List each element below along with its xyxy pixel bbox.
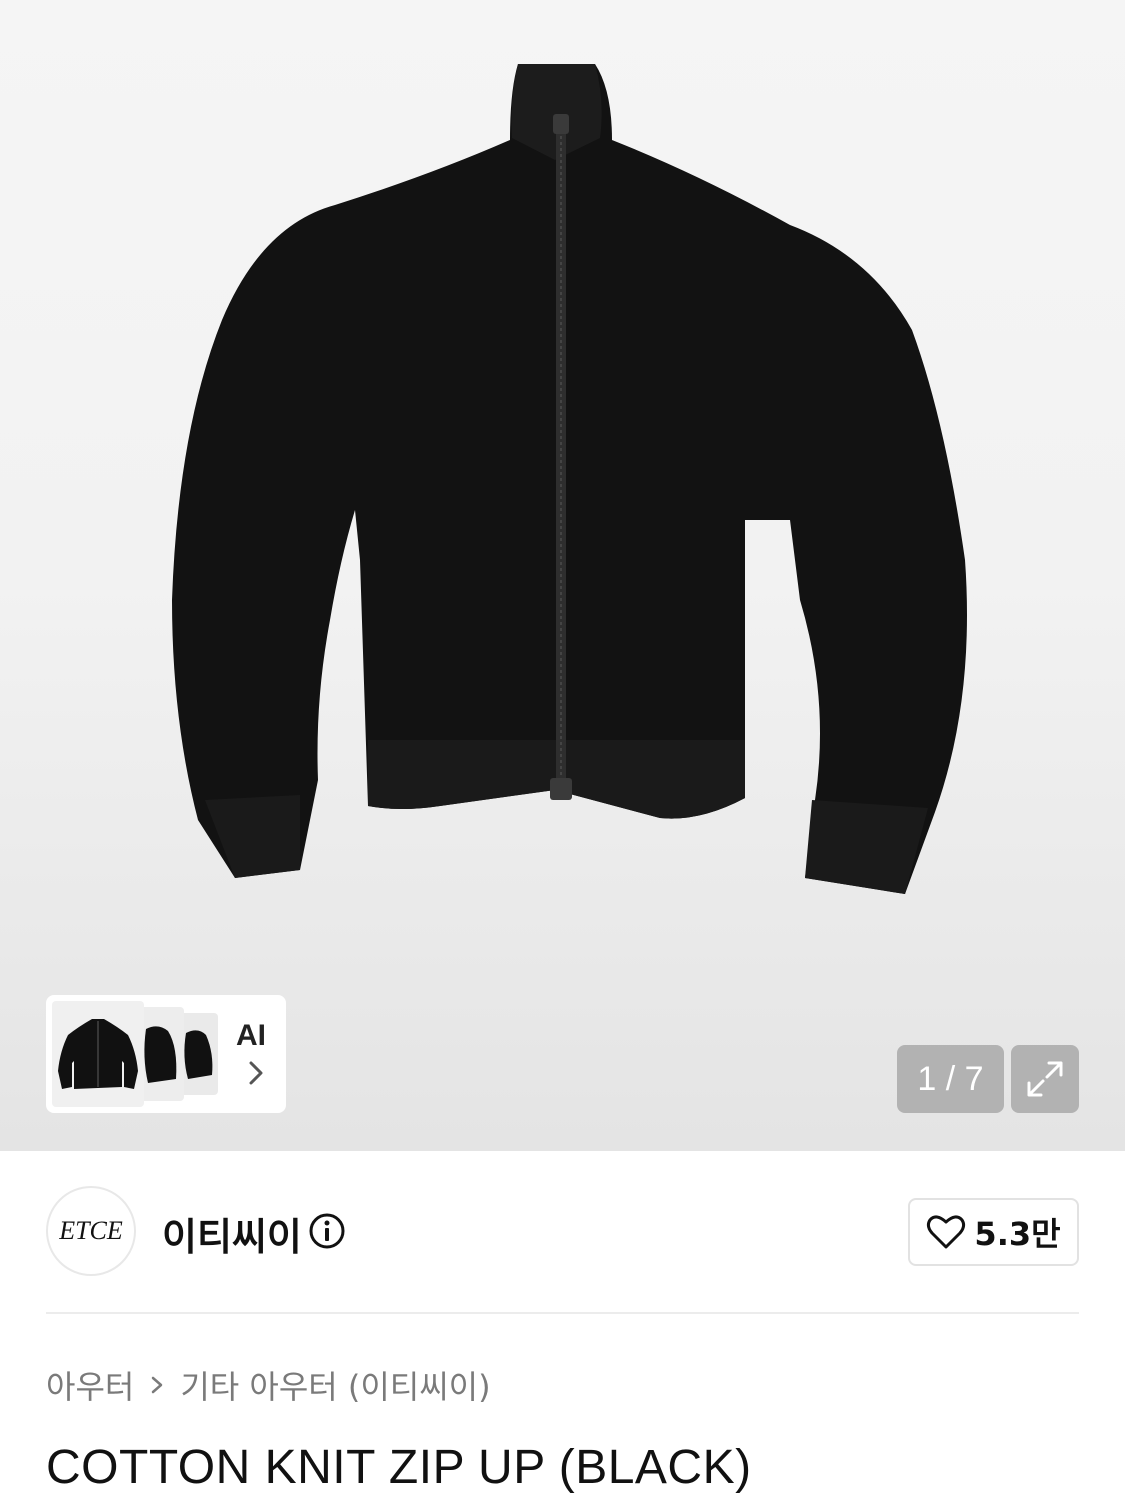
thumbnail-3[interactable] xyxy=(178,1013,218,1095)
thumbnail-1[interactable] xyxy=(52,1001,144,1107)
jacket-thumbnail-icon xyxy=(58,1019,138,1089)
ai-label[interactable]: AI xyxy=(236,1019,266,1053)
brand-name[interactable]: 이티씨이 xyxy=(162,1206,302,1261)
breadcrumb-item-outer[interactable]: 아우터 xyxy=(46,1362,134,1408)
jacket-back-thumbnail-icon xyxy=(184,1030,213,1079)
info-icon[interactable] xyxy=(308,1212,346,1250)
breadcrumb: 아우터 기타 아우터 (이티씨이) xyxy=(46,1362,491,1408)
like-button[interactable]: 5.3만 xyxy=(908,1198,1079,1266)
expand-icon xyxy=(1027,1061,1063,1097)
thumbnail-strip[interactable]: AI xyxy=(46,995,286,1113)
chevron-right-icon[interactable] xyxy=(246,1059,266,1087)
expand-button[interactable] xyxy=(1011,1045,1079,1113)
breadcrumb-item-other-outer[interactable]: 기타 아우터 (이티씨이) xyxy=(180,1362,490,1408)
divider xyxy=(46,1312,1079,1314)
like-count: 5.3만 xyxy=(974,1215,1061,1253)
product-title: COTTON KNIT ZIP UP (BLACK) xyxy=(46,1441,752,1494)
jacket-side-thumbnail-icon xyxy=(144,1026,177,1083)
product-image[interactable] xyxy=(0,0,1125,1151)
chevron-right-icon xyxy=(152,1376,163,1394)
thumbnail-2[interactable] xyxy=(138,1007,184,1101)
heart-icon xyxy=(927,1215,966,1249)
brand-logo[interactable]: ETCE xyxy=(46,1186,136,1276)
brand-row: ETCE 이티씨이 5.3만 xyxy=(46,1186,1079,1278)
image-counter: 1 / 7 xyxy=(897,1045,1004,1113)
brand-logo-text: ETCE xyxy=(59,1216,123,1245)
product-image-gallery[interactable]: AI 1 / 7 xyxy=(0,0,1125,1151)
